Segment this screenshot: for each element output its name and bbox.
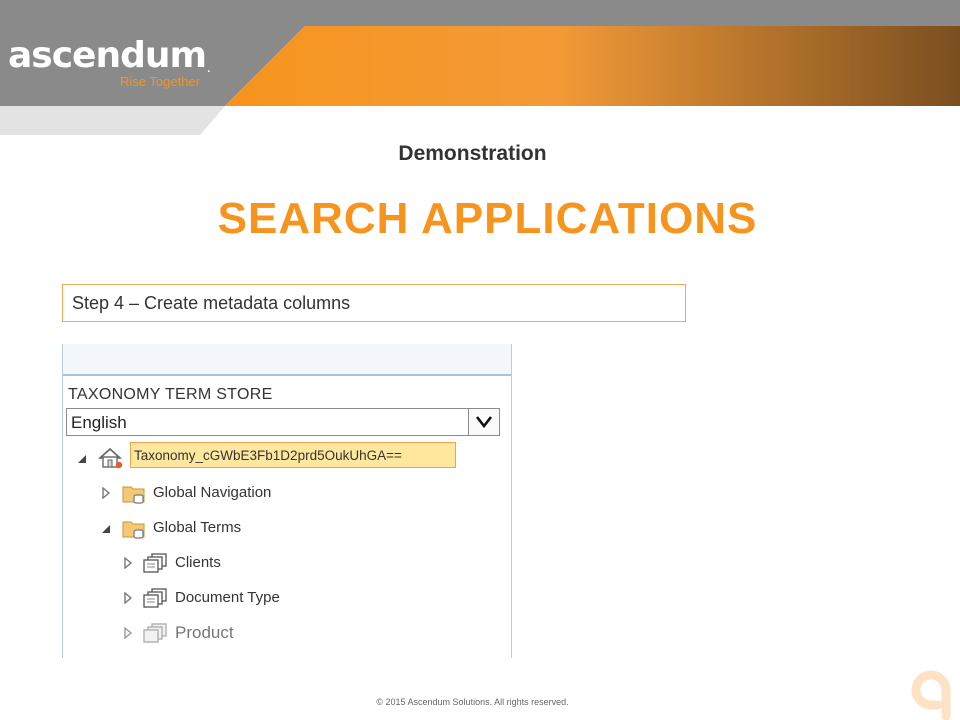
collapsed-arrow-icon[interactable]: [123, 592, 133, 604]
language-value: English: [71, 413, 127, 432]
chevron-down-icon: [475, 416, 493, 429]
slide-title: SEARCH APPLICATIONS: [217, 194, 758, 243]
step-caption: Step 4 – Create metadata columns: [62, 284, 686, 322]
header-banner: ascendum. Rise Together: [0, 0, 960, 135]
language-dropdown-button[interactable]: [468, 409, 499, 435]
copyright-footer: © 2015 Ascendum Solutions. All rights re…: [376, 697, 569, 707]
expanded-arrow-icon[interactable]: [77, 452, 87, 464]
collapsed-arrow-icon[interactable]: [101, 487, 111, 499]
expanded-arrow-icon[interactable]: [101, 522, 111, 534]
term-name-edit-field[interactable]: Taxonomy_cGWbE3Fb1D2prd5OukUhGA==: [130, 442, 456, 468]
term-store-panel: TAXONOMY TERM STORE English Taxonomy_cGW…: [62, 344, 512, 658]
term-set-icon: [143, 588, 167, 608]
folder-tag-icon: [122, 486, 145, 504]
brand-trademark: .: [207, 65, 211, 75]
panel-toolbar: [63, 344, 511, 376]
tree-node-label: Global Terms: [153, 519, 242, 536]
tree-node-label: Global Navigation: [153, 484, 272, 501]
tree-node-label: Document Type: [175, 589, 280, 606]
folder-tag-icon: [122, 521, 145, 539]
collapsed-arrow-icon[interactable]: [123, 557, 133, 569]
collapsed-arrow-icon[interactable]: [123, 627, 133, 639]
brand-logo: ascendum.: [8, 35, 211, 76]
tree-node-term-set[interactable]: Clients: [123, 551, 483, 575]
tree-node-label: Clients: [175, 554, 221, 571]
ascendum-a-watermark-icon: [911, 670, 951, 720]
home-icon: [97, 447, 123, 469]
brand-tagline: Rise Together: [120, 74, 200, 89]
tree-node-term-set[interactable]: Document Type: [123, 586, 483, 610]
tree-node-label: Product: [175, 623, 234, 642]
language-select[interactable]: English: [66, 408, 500, 436]
tree-node-term-set[interactable]: Product: [123, 621, 483, 645]
brand-name: ascendum: [8, 35, 207, 76]
term-set-faded-icon: [143, 623, 167, 643]
tree-node-group[interactable]: Global Navigation: [101, 481, 481, 505]
tree-node-group[interactable]: Global Terms: [101, 516, 481, 540]
term-set-icon: [143, 553, 167, 573]
slide-subtitle: Demonstration: [398, 142, 547, 165]
term-store-heading: TAXONOMY TERM STORE: [68, 386, 273, 403]
